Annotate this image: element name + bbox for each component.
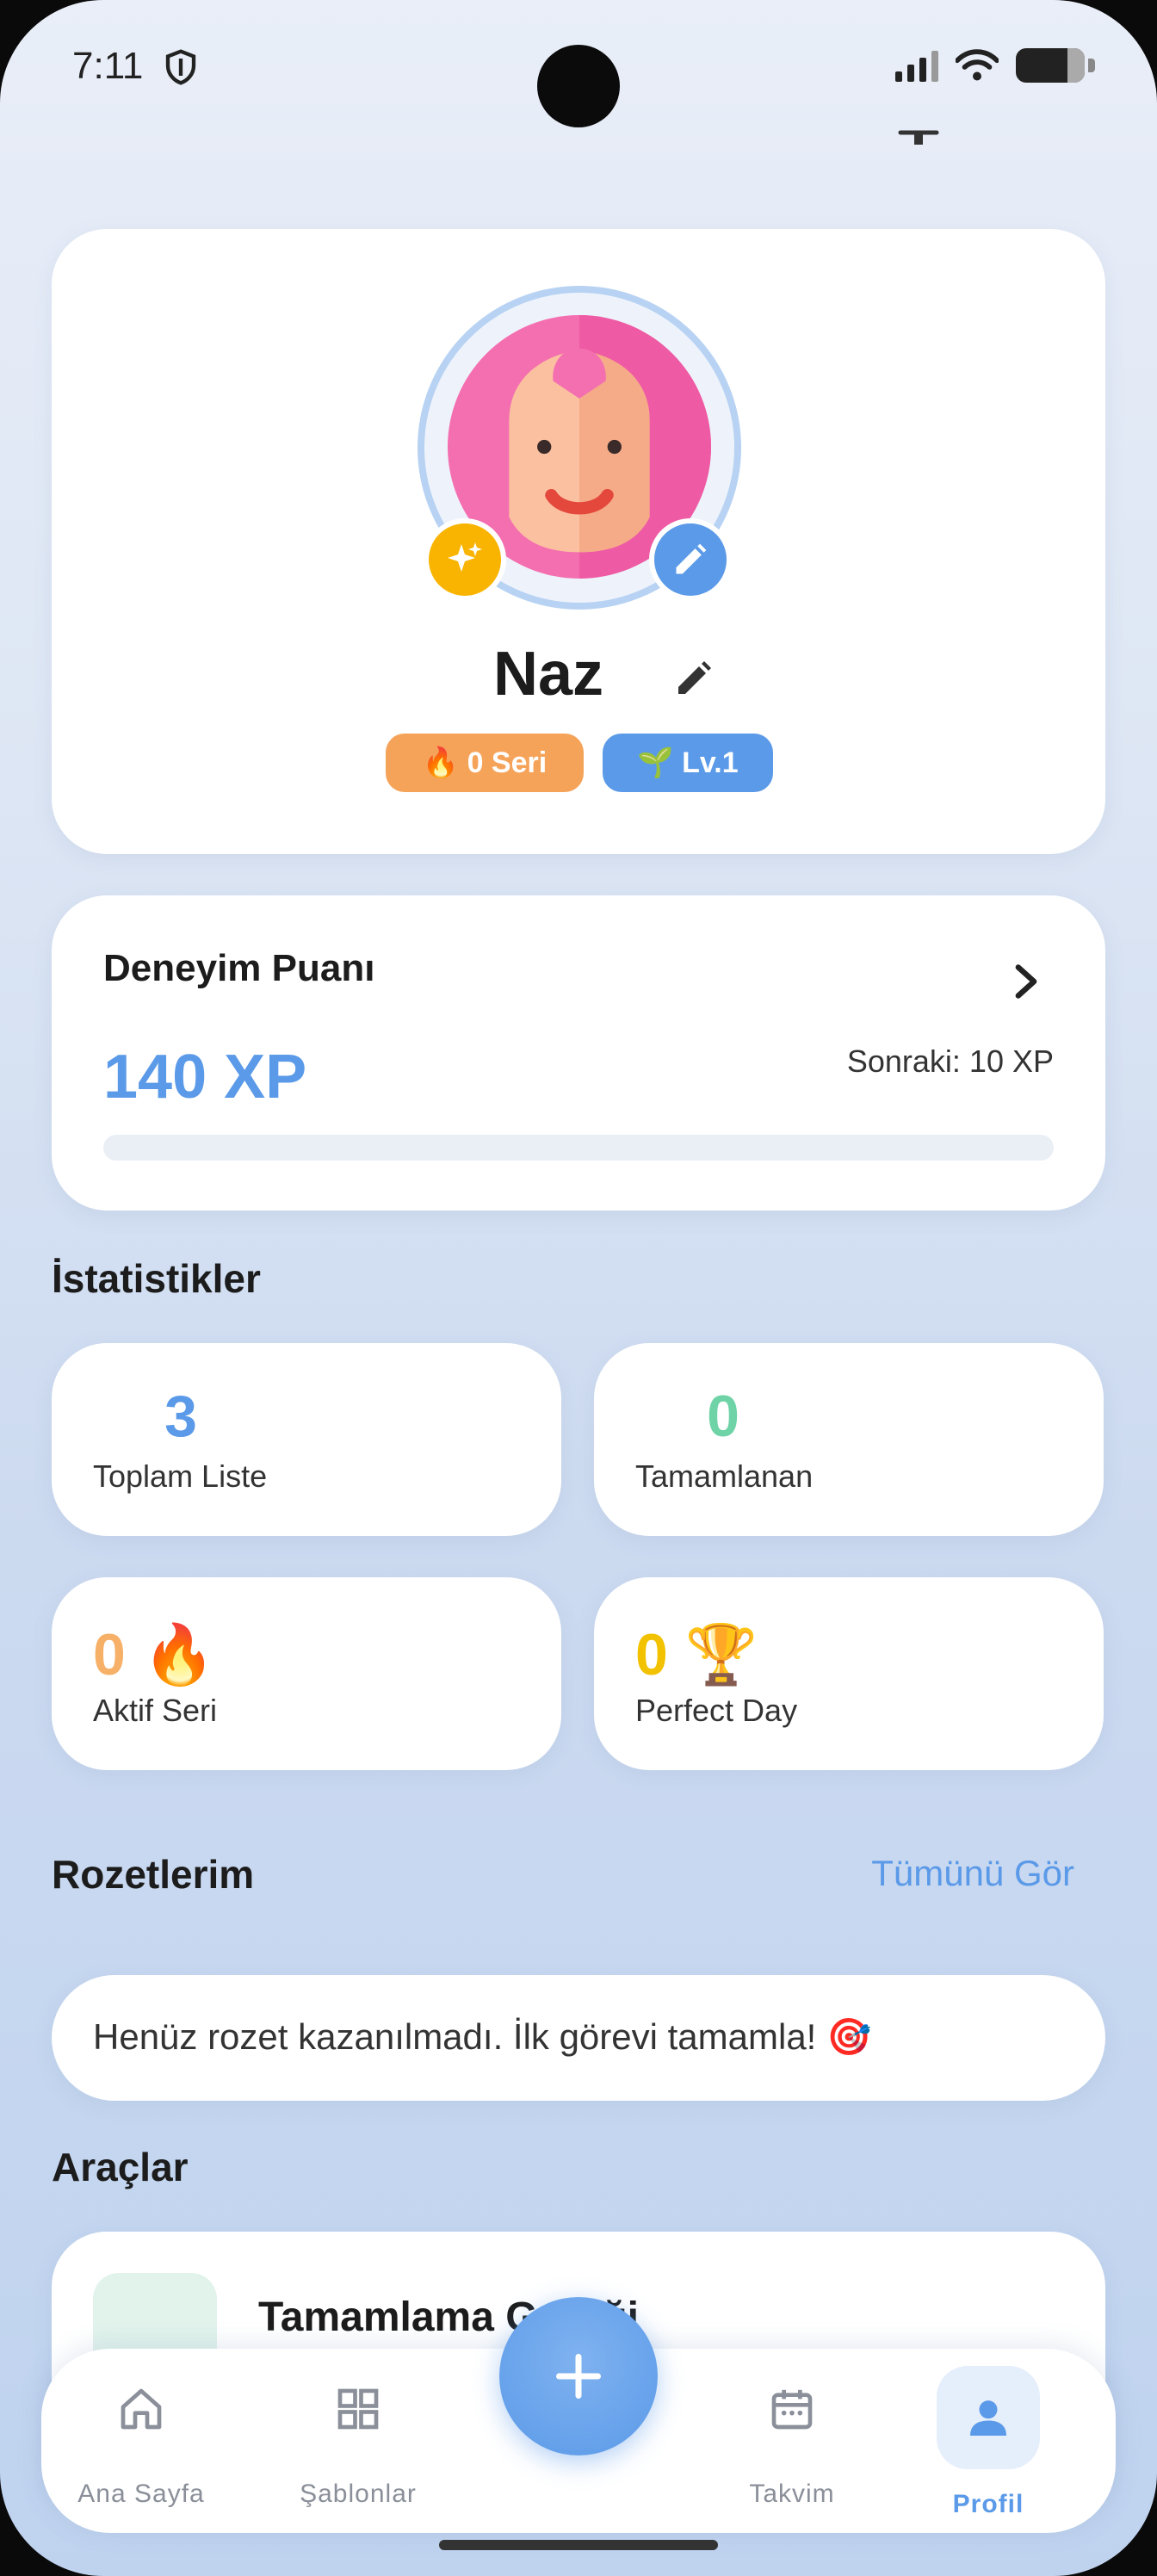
stat-total-lists-value: 3 xyxy=(164,1384,197,1449)
stat-completed-label: Tamamlanan xyxy=(635,1458,814,1494)
profile-name: Naz xyxy=(492,640,604,709)
nav-item-home[interactable]: Ana Sayfa xyxy=(55,2349,227,2533)
stat-completed: 0 Tamamlanan xyxy=(594,1343,1104,1536)
pencil-icon xyxy=(676,543,707,574)
person-icon xyxy=(970,2400,1006,2436)
home-icon xyxy=(121,2388,162,2430)
camera-cutout xyxy=(537,45,620,127)
chevron-right-icon[interactable] xyxy=(1009,963,1043,1000)
nav-item-calendar[interactable]: Takvim xyxy=(706,2349,878,2533)
stat-active-streak-label: Aktif Seri xyxy=(93,1693,218,1728)
stat-perfect-day-value: 0 xyxy=(635,1622,668,1687)
sparkle-badge[interactable] xyxy=(424,518,506,601)
see-all-badges-link[interactable]: Tümünü Gör xyxy=(871,1853,1074,1894)
stat-perfect-day-label: Perfect Day xyxy=(635,1693,798,1728)
nav-item-profile[interactable]: Profil xyxy=(902,2349,1074,2533)
status-time: 7:11 xyxy=(72,45,144,87)
stat-total-lists: 3 Toplam Liste xyxy=(52,1343,561,1536)
level-pill: 🌱 Lv.1 xyxy=(603,734,773,792)
battery-icon xyxy=(1016,48,1095,83)
edit-avatar-button[interactable] xyxy=(649,518,732,601)
phone-screen: 7:11 Naz 🔥 0 Seri 🌱 Lv.1 Deneyim Puanı 1… xyxy=(0,0,1157,2576)
plus-icon xyxy=(556,2354,601,2399)
trophy-icon: 🏆 xyxy=(684,1621,758,1689)
xp-next: Sonraki: 10 XP xyxy=(846,1043,1054,1079)
xp-card[interactable]: Deneyim Puanı 140 XP Sonraki: 10 XP xyxy=(52,895,1105,1211)
fire-icon: 🔥 xyxy=(142,1621,216,1689)
xp-title: Deneyim Puanı xyxy=(103,947,375,989)
empty-badges-card: Henüz rozet kazanılmadı. İlk görevi tama… xyxy=(52,1975,1105,2101)
signal-icon xyxy=(895,49,938,82)
nav-label-calendar: Takvim xyxy=(749,2480,835,2508)
grid-icon xyxy=(337,2388,379,2430)
sparkle-icon xyxy=(448,542,482,572)
stats-title: İstatistikler xyxy=(52,1256,261,1301)
edit-name-icon[interactable] xyxy=(673,658,715,699)
home-indicator[interactable] xyxy=(439,2540,718,2550)
nav-item-templates[interactable]: Şablonlar xyxy=(272,2349,444,2533)
stat-completed-value: 0 xyxy=(707,1384,739,1449)
empty-badges-text: Henüz rozet kazanılmadı. İlk görevi tama… xyxy=(93,2016,872,2057)
nav-label-home: Ana Sayfa xyxy=(77,2480,205,2508)
stat-perfect-day: 0 🏆 Perfect Day xyxy=(594,1577,1104,1770)
calendar-icon xyxy=(771,2389,813,2430)
xp-progress-bar xyxy=(103,1135,1054,1161)
xp-value: 140 XP xyxy=(103,1043,307,1112)
shield-icon xyxy=(165,49,196,85)
profile-card: Naz 🔥 0 Seri 🌱 Lv.1 xyxy=(52,229,1105,854)
stat-active-streak: 0 🔥 Aktif Seri xyxy=(52,1577,561,1770)
add-button[interactable] xyxy=(499,2297,658,2455)
nav-label-profile: Profil xyxy=(952,2490,1024,2518)
tools-title: Araçlar xyxy=(52,2145,189,2189)
stat-total-lists-label: Toplam Liste xyxy=(93,1458,268,1494)
nav-label-templates: Şablonlar xyxy=(300,2480,417,2508)
wifi-icon xyxy=(956,49,999,81)
badges-title: Rozetlerim xyxy=(52,1852,255,1897)
settings-handle-icon[interactable] xyxy=(897,129,940,148)
streak-pill: 🔥 0 Seri xyxy=(386,734,584,792)
status-icons xyxy=(895,48,1095,83)
stat-active-streak-value: 0 xyxy=(93,1622,126,1687)
